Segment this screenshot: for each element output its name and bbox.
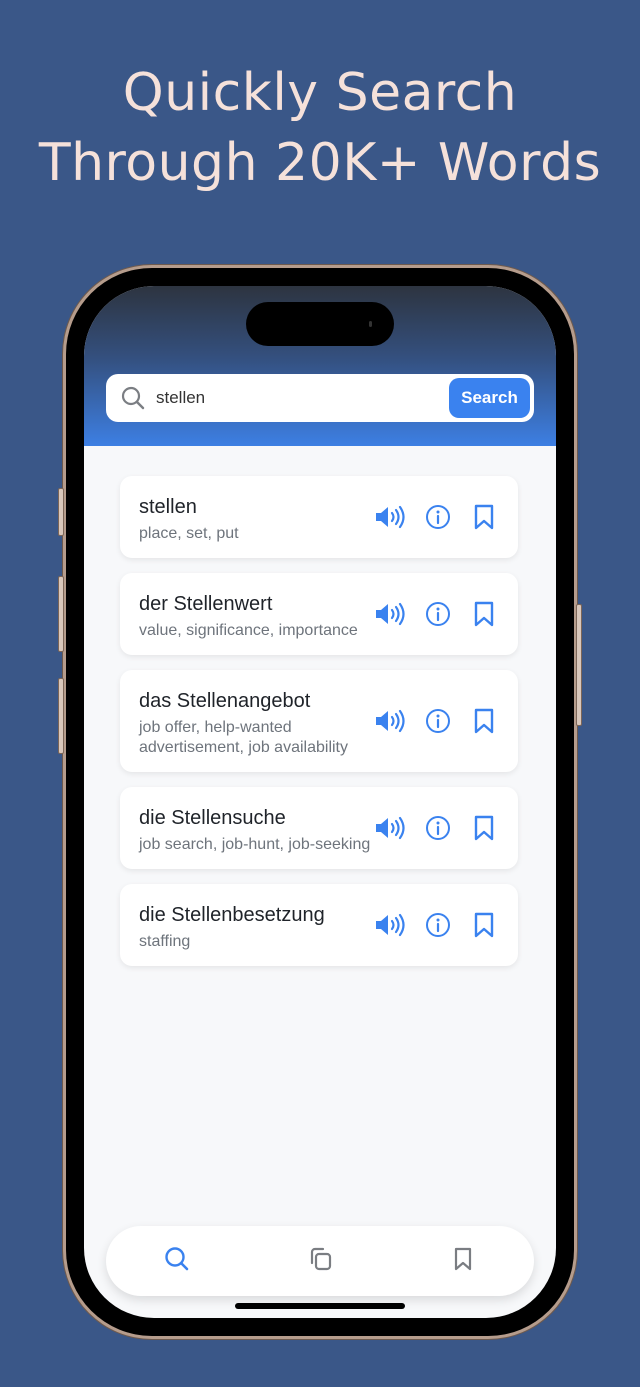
- speaker-icon: [376, 602, 405, 626]
- result-word: die Stellenbesetzung: [139, 904, 325, 926]
- search-header: Search: [84, 286, 556, 446]
- search-input[interactable]: [156, 388, 449, 408]
- info-icon: [426, 913, 450, 937]
- pronounce-button[interactable]: [374, 707, 406, 735]
- result-card[interactable]: die Stellensuche job search, job-hunt, j…: [120, 787, 518, 869]
- info-button[interactable]: [424, 600, 452, 628]
- bookmark-icon: [474, 815, 494, 841]
- info-button[interactable]: [424, 707, 452, 735]
- speaker-icon: [376, 816, 405, 840]
- result-meaning: job offer, help-wanted advertisement, jo…: [139, 719, 348, 756]
- info-icon: [426, 816, 450, 840]
- bookmark-icon: [474, 601, 494, 627]
- info-button[interactable]: [424, 503, 452, 531]
- bookmark-button[interactable]: [470, 503, 498, 531]
- pronounce-button[interactable]: [374, 814, 406, 842]
- bookmark-button[interactable]: [470, 707, 498, 735]
- dynamic-island: [246, 302, 394, 346]
- speaker-icon: [376, 913, 405, 937]
- headline-line-2: Through 20K+ Words: [38, 133, 602, 193]
- result-card[interactable]: der Stellenwert value, significance, imp…: [120, 573, 518, 655]
- speaker-icon: [376, 505, 405, 529]
- tab-bookmarks[interactable]: [449, 1245, 477, 1277]
- bookmark-button[interactable]: [470, 814, 498, 842]
- search-button[interactable]: Search: [449, 378, 530, 418]
- bookmark-icon: [454, 1247, 471, 1271]
- result-word: die Stellensuche: [139, 807, 286, 829]
- headline: Quickly Search Through 20K+ Words: [0, 58, 640, 198]
- phone-frame: Search stellen place, set, put: [58, 268, 582, 1336]
- info-button[interactable]: [424, 814, 452, 842]
- copy-icon: [310, 1247, 332, 1271]
- action-button: [58, 488, 64, 536]
- pronounce-button[interactable]: [374, 911, 406, 939]
- result-word: der Stellenwert: [139, 593, 273, 615]
- tab-search[interactable]: [163, 1245, 191, 1277]
- result-card[interactable]: das Stellenangebot job offer, help-wante…: [120, 670, 518, 772]
- result-actions: [374, 911, 498, 939]
- bookmark-icon: [474, 912, 494, 938]
- result-actions: [374, 707, 498, 735]
- info-icon: [426, 602, 450, 626]
- result-actions: [374, 814, 498, 842]
- result-word: das Stellenangebot: [139, 690, 311, 712]
- info-icon: [426, 709, 450, 733]
- volume-down-button: [58, 678, 64, 754]
- tab-flashcards[interactable]: [306, 1245, 334, 1277]
- result-actions: [374, 503, 498, 531]
- bookmark-icon: [474, 504, 494, 530]
- result-meaning: place, set, put: [139, 525, 239, 542]
- power-button: [576, 604, 582, 726]
- pronounce-button[interactable]: [374, 600, 406, 628]
- result-actions: [374, 600, 498, 628]
- speaker-icon: [376, 709, 405, 733]
- bookmark-button[interactable]: [470, 600, 498, 628]
- bookmark-icon: [474, 708, 494, 734]
- bookmark-button[interactable]: [470, 911, 498, 939]
- result-word: stellen: [139, 496, 197, 518]
- search-icon: [121, 386, 145, 410]
- results-list: stellen place, set, put der Stellenwert …: [120, 476, 518, 981]
- result-meaning: value, significance, importance: [139, 622, 358, 639]
- home-indicator: [235, 1303, 405, 1309]
- result-meaning: staffing: [139, 933, 191, 950]
- search-bar: Search: [106, 374, 534, 422]
- app-screen: Search stellen place, set, put: [84, 286, 556, 1318]
- volume-up-button: [58, 576, 64, 652]
- tab-bar: [106, 1226, 534, 1296]
- result-meaning: job search, job-hunt, job-seeking: [139, 836, 371, 853]
- info-icon: [426, 505, 450, 529]
- headline-line-1: Quickly Search: [122, 63, 518, 123]
- pronounce-button[interactable]: [374, 503, 406, 531]
- info-button[interactable]: [424, 911, 452, 939]
- camera-dot: [369, 321, 372, 327]
- result-card[interactable]: die Stellenbesetzung staffing: [120, 884, 518, 966]
- search-icon: [165, 1247, 189, 1271]
- result-card[interactable]: stellen place, set, put: [120, 476, 518, 558]
